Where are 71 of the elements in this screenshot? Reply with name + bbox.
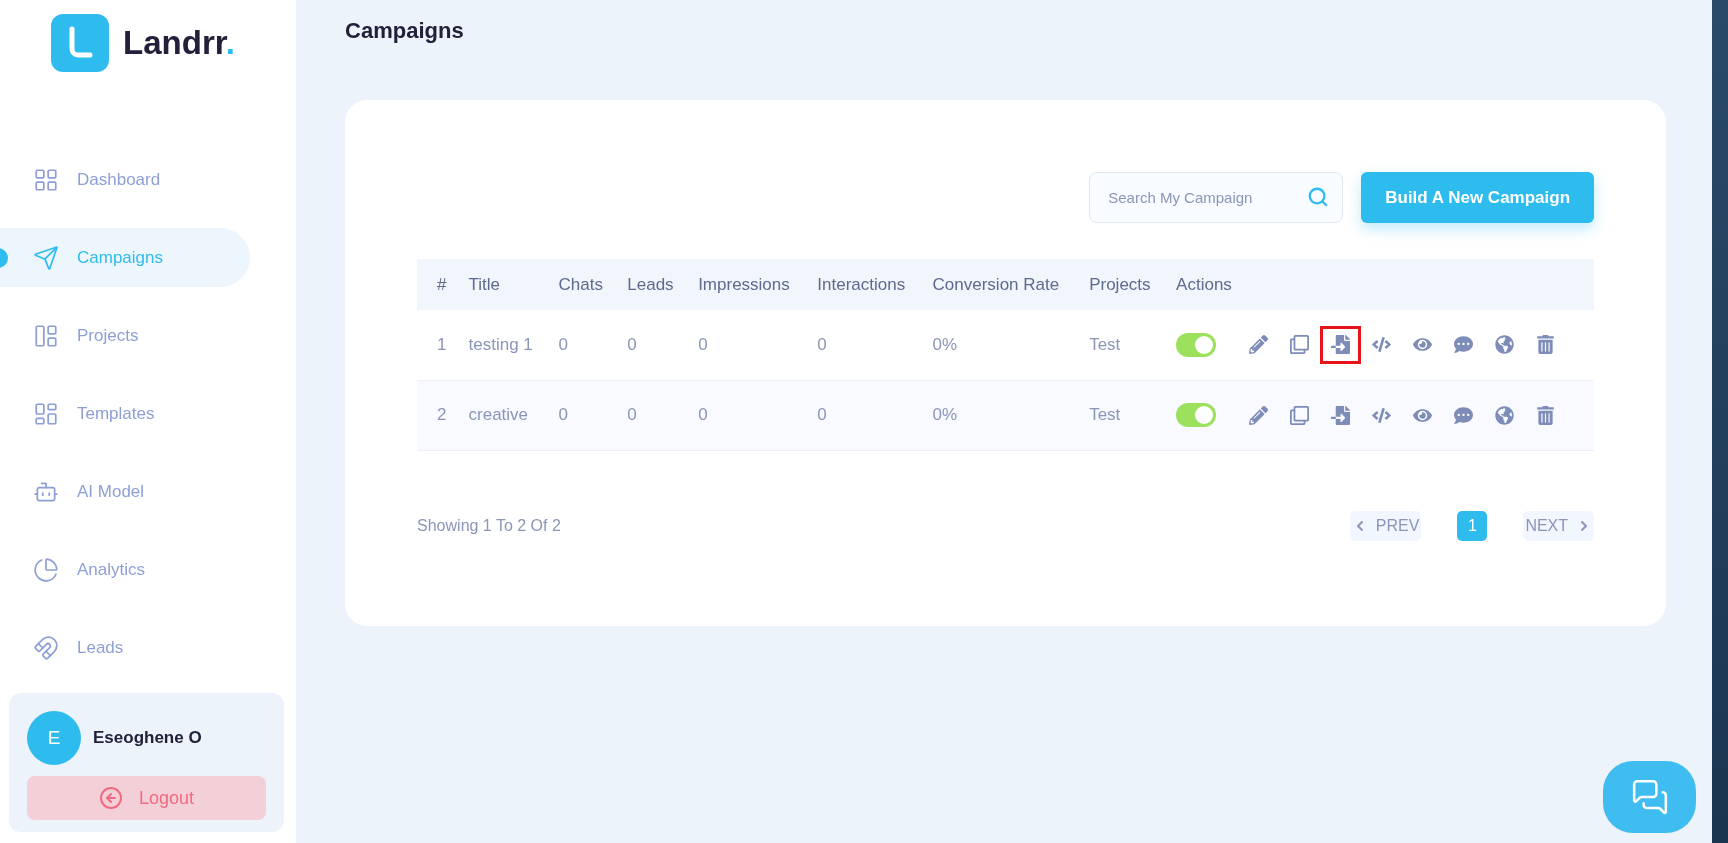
brand-name: Landrr. <box>123 24 235 62</box>
column-header: Title <box>448 259 539 310</box>
sidebar-item[interactable]: Campaigns <box>0 228 250 287</box>
column-header: Projects <box>1069 259 1157 310</box>
page-title: Campaigns <box>345 18 465 44</box>
paper-plane-icon <box>33 244 59 271</box>
showing-count: Showing 1 To 2 Of 2 <box>417 516 561 535</box>
file-import-icon <box>1331 405 1351 425</box>
search-field[interactable]: Search My Campaign <box>1089 172 1344 223</box>
table-cell: 1 <box>417 310 449 380</box>
comment-icon <box>1454 405 1474 425</box>
highlighted-action[interactable] <box>1320 325 1362 364</box>
copy-icon <box>1290 335 1310 355</box>
table-cell: 0 <box>607 380 679 450</box>
pencil-icon <box>1249 335 1269 355</box>
toggle-switch[interactable] <box>1176 332 1217 357</box>
table-cell: 0 <box>538 310 608 380</box>
magnet-icon <box>33 634 59 661</box>
code-icon <box>1372 405 1392 425</box>
next-button[interactable]: NEXT <box>1523 510 1595 541</box>
globe-icon <box>1495 335 1515 355</box>
panels-icon <box>33 322 59 349</box>
sidebar-item[interactable]: Templates <box>0 384 250 443</box>
sidebar-item[interactable]: Projects <box>0 306 250 365</box>
pie-chart-icon <box>33 556 59 583</box>
table-cell: 0 <box>797 310 913 380</box>
trash-icon <box>1536 405 1556 425</box>
column-header: Leads <box>607 259 679 310</box>
logout-icon <box>99 786 123 810</box>
table-cell: Test <box>1069 380 1157 450</box>
sidebar-item[interactable]: Dashboard <box>0 150 250 209</box>
comment-icon <box>1454 335 1474 355</box>
column-header: # <box>417 259 449 310</box>
table-cell: Test <box>1069 310 1157 380</box>
build-campaign-button[interactable]: Build A New Campaign <box>1361 172 1595 223</box>
trash-icon <box>1536 335 1556 355</box>
page-button[interactable]: 1 <box>1457 510 1488 541</box>
column-header: Chats <box>538 259 608 310</box>
table-cell: 0 <box>678 380 798 450</box>
code-icon <box>1372 335 1392 355</box>
table-cell: creative <box>448 380 539 450</box>
sidebar-item[interactable]: AI Model <box>0 462 250 521</box>
grid-icon <box>33 166 59 193</box>
avatar: E <box>27 711 81 765</box>
prev-button[interactable]: PREV <box>1349 510 1422 541</box>
table-cell: 0% <box>912 380 1070 450</box>
logout-button[interactable]: Logout <box>27 776 267 820</box>
table-cell: 2 <box>417 380 449 450</box>
globe-icon <box>1495 405 1515 425</box>
logo-icon <box>51 14 110 72</box>
chat-button[interactable] <box>1603 761 1697 833</box>
sidebar-item[interactable]: Analytics <box>0 540 250 599</box>
table-cell: testing 1 <box>448 310 539 380</box>
column-header: Conversion Rate <box>912 259 1070 310</box>
user-name: Eseoghene O <box>93 728 202 748</box>
file-import-icon <box>1331 335 1351 355</box>
table-cell: 0 <box>607 310 679 380</box>
column-header: Actions <box>1156 259 1595 310</box>
pencil-icon <box>1249 405 1269 425</box>
toggle-switch[interactable] <box>1176 403 1217 427</box>
sidebar-item[interactable]: Leads <box>0 618 250 677</box>
copy-icon <box>1290 405 1310 425</box>
layout-icon <box>33 400 59 427</box>
column-header: Interactions <box>797 259 913 310</box>
table-cell: 0% <box>912 310 1070 380</box>
table-cell: 0 <box>678 310 798 380</box>
column-header: Impressions <box>678 259 798 310</box>
table-cell: 0 <box>797 380 913 450</box>
table-cell: 0 <box>538 380 608 450</box>
chat-icon <box>1630 778 1669 816</box>
search-icon <box>1307 186 1330 208</box>
